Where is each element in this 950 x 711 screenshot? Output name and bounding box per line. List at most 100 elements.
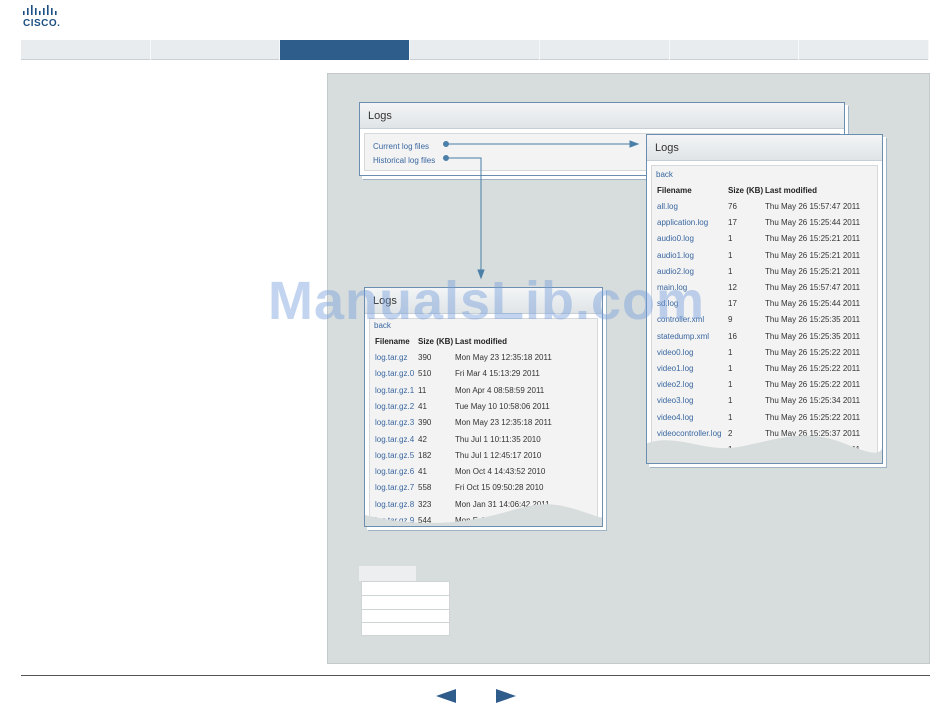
page: CISCO. Logs Current log files Historical… (0, 0, 950, 711)
size-cell: 1 (728, 380, 733, 390)
filename-cell[interactable]: log.tar.gz.1 (375, 386, 414, 395)
filename-cell[interactable]: log.tar.gz.2 (375, 402, 414, 411)
size-cell: 41 (418, 401, 427, 411)
size-cell: 11 (418, 385, 427, 395)
filename-cell[interactable]: video2.log (657, 380, 693, 389)
torn-edge-historical (365, 504, 602, 526)
mini-table-divider (362, 595, 449, 596)
size-cell: 1 (728, 347, 733, 357)
modified-cell: Fri Mar 4 15:13:29 2011 (455, 369, 540, 379)
size-cell: 390 (418, 418, 432, 428)
modified-cell: Mon Apr 4 08:58:59 2011 (455, 385, 545, 395)
triangle-right-icon (496, 689, 516, 703)
filename-cell[interactable]: statedump.xml (657, 332, 709, 341)
modified-cell: Thu May 26 15:57:47 2011 (765, 283, 861, 292)
size-cell: 510 (418, 369, 432, 379)
modified-cell: Mon May 23 12:35:18 2011 (455, 418, 552, 428)
mini-table-divider (362, 622, 449, 623)
filename-cell[interactable]: log.tar.gz.6 (375, 467, 414, 476)
filename-cell[interactable]: log.tar.gz (375, 353, 407, 362)
filename-cell[interactable]: all.log (657, 202, 678, 211)
size-cell: 1 (728, 234, 733, 244)
filename-cell[interactable]: audio1.log (657, 251, 694, 260)
current-log-files-link[interactable]: Current log files (373, 142, 429, 151)
mini-tab-sketch (359, 566, 416, 581)
col-modified-header: Last modified (455, 337, 508, 346)
nav-tab-6[interactable] (670, 40, 800, 60)
size-cell: 16 (728, 331, 737, 341)
footer-divider (21, 675, 930, 676)
modified-cell: Thu May 26 15:57:47 2011 (765, 202, 861, 211)
col-filename-header: Filename (375, 337, 410, 346)
watermark-text: ManualsLib.com (268, 271, 706, 331)
size-cell: 41 (418, 467, 427, 477)
modified-cell: Thu May 26 15:25:21 2011 (765, 234, 861, 244)
historical-log-files-link[interactable]: Historical log files (373, 156, 435, 165)
modified-cell: Thu May 26 15:25:22 2011 (765, 412, 861, 422)
size-cell: 1 (728, 266, 733, 276)
modified-cell: Thu May 26 15:25:35 2011 (765, 331, 861, 341)
filename-cell[interactable]: log.tar.gz.7 (375, 483, 414, 492)
cisco-bars-icon (23, 5, 57, 15)
filename-cell[interactable]: audio0.log (657, 234, 694, 243)
mini-table-sketch (361, 581, 450, 636)
modified-cell: Thu May 26 15:25:22 2011 (765, 347, 861, 357)
logs-main-title: Logs (360, 103, 844, 129)
cisco-logo: CISCO. (22, 4, 68, 29)
nav-tab-4[interactable] (410, 40, 540, 60)
size-cell: 1 (728, 364, 733, 373)
size-cell: 182 (418, 450, 432, 460)
modified-cell: Mon May 23 12:35:18 2011 (455, 353, 552, 362)
modified-cell: Thu May 26 15:25:44 2011 (765, 299, 861, 309)
nav-tab-bar (21, 40, 930, 60)
nav-tab-3-active[interactable] (280, 40, 411, 60)
filename-cell[interactable]: log.tar.gz.4 (375, 435, 414, 444)
modified-cell: Fri Oct 15 09:50:28 2010 (455, 483, 544, 493)
nav-tab-1[interactable] (21, 40, 151, 60)
modified-cell: Thu Jul 1 10:11:35 2010 (455, 434, 541, 444)
size-cell: 9 (728, 315, 733, 325)
size-cell: 1 (728, 412, 733, 422)
nav-tab-5[interactable] (540, 40, 670, 60)
modified-cell: Thu May 26 15:25:22 2011 (765, 380, 861, 390)
modified-cell: Thu May 26 15:25:44 2011 (765, 218, 861, 228)
nav-tab-2[interactable] (151, 40, 281, 60)
filename-cell[interactable]: video1.log (657, 364, 693, 373)
filename-cell[interactable]: application.log (657, 218, 708, 227)
modified-cell: Thu May 26 15:25:34 2011 (765, 396, 861, 406)
torn-edge-current (647, 435, 882, 463)
size-cell: 390 (418, 353, 432, 362)
logs-historical-body: back Filename Size (KB) Last modified lo… (369, 318, 598, 526)
modified-cell: Mon Oct 4 14:43:52 2010 (455, 467, 546, 477)
col-size-header: Size (KB) (418, 337, 454, 346)
modified-cell: Tue May 10 10:58:06 2011 (455, 401, 550, 411)
filename-cell[interactable]: video0.log (657, 348, 693, 357)
triangle-left-icon (436, 689, 456, 703)
nav-tab-7[interactable] (799, 40, 930, 60)
modified-cell: Thu May 26 15:25:21 2011 (765, 250, 861, 260)
size-cell: 558 (418, 483, 432, 493)
filename-cell[interactable]: log.tar.gz.5 (375, 451, 414, 460)
size-cell: 42 (418, 434, 427, 444)
modified-cell: Thu May 26 15:25:35 2011 (765, 315, 861, 325)
col-modified-header: Last modified (765, 186, 818, 195)
modified-cell: Thu May 26 15:25:22 2011 (765, 364, 861, 373)
filename-cell[interactable]: video3.log (657, 396, 693, 405)
modified-cell: Thu Jul 1 12:45:17 2010 (455, 450, 542, 460)
size-cell: 1 (728, 396, 733, 406)
next-page-button[interactable] (494, 688, 518, 704)
modified-cell: Thu May 26 15:25:21 2011 (765, 266, 861, 276)
mini-table-divider (362, 609, 449, 610)
size-cell: 12 (728, 283, 737, 292)
filename-cell[interactable]: video4.log (657, 413, 693, 422)
filename-cell[interactable]: log.tar.gz.0 (375, 369, 414, 378)
prev-page-button[interactable] (434, 688, 458, 704)
size-cell: 17 (728, 299, 737, 309)
logo-wordmark: CISCO. (23, 18, 61, 29)
filename-cell[interactable]: log.tar.gz.3 (375, 418, 414, 427)
size-cell: 76 (728, 202, 737, 211)
size-cell: 17 (728, 218, 737, 228)
back-link[interactable]: back (656, 170, 673, 179)
size-cell: 1 (728, 250, 733, 260)
logs-current-title: Logs (647, 135, 882, 161)
